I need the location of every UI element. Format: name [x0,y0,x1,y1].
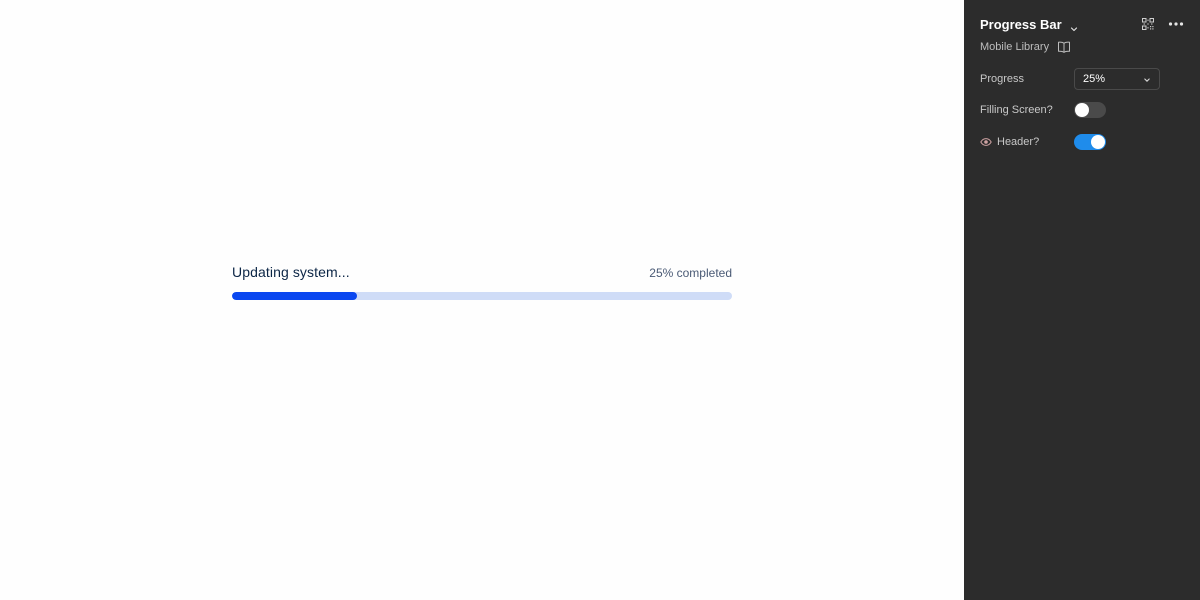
property-row-progress: Progress 25% [980,67,1184,91]
panel-header: Progress Bar [980,14,1184,34]
progress-bar-component[interactable]: Updating system... 25% completed [232,264,732,300]
chevron-down-icon[interactable] [1070,20,1078,32]
toggle-knob [1091,135,1105,149]
book-icon[interactable] [1057,40,1071,54]
filling-screen-toggle[interactable] [1074,102,1106,118]
progress-fill [232,292,357,300]
toggle-knob [1075,103,1089,117]
progress-select[interactable]: 25% [1074,68,1160,90]
filling-screen-label: Filling Screen? [980,104,1053,116]
header-actions [1140,16,1184,32]
component-name[interactable]: Progress Bar [980,17,1062,32]
progress-label: Progress [980,73,1025,85]
progress-track [232,292,732,300]
library-row: Mobile Library [980,39,1071,55]
properties-panel: Progress Bar Mobile Library Progress 25%… [964,0,1200,600]
progress-title: Updating system... [232,264,350,280]
progress-status-text: 25% completed [649,266,732,280]
chevron-down-icon [1143,75,1151,83]
header-label: Header? [980,136,1074,148]
library-label[interactable]: Mobile Library [980,41,1049,53]
grid-icon[interactable] [1140,16,1156,32]
header-toggle[interactable] [1074,134,1106,150]
more-horizontal-icon[interactable] [1168,16,1184,32]
header-label-text: Header? [997,136,1040,148]
property-row-filling-screen: Filling Screen? [980,98,1184,122]
property-row-header: Header? [980,130,1184,154]
progress-select-value: 25% [1083,73,1106,85]
progress-header: Updating system... 25% completed [232,264,732,286]
eye-icon[interactable] [980,136,992,148]
canvas: Updating system... 25% completed [0,0,964,600]
